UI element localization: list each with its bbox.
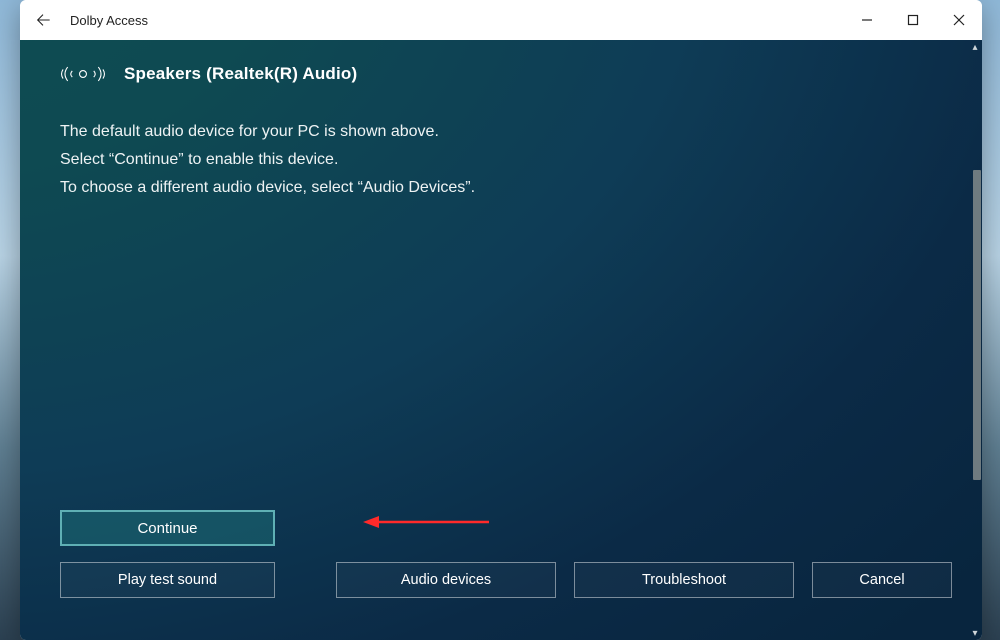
- speaker-icon: [60, 62, 106, 86]
- minimize-button[interactable]: [844, 0, 890, 40]
- cancel-button[interactable]: Cancel: [812, 562, 952, 598]
- default-device-row: Speakers (Realtek(R) Audio): [60, 56, 952, 92]
- window-title: Dolby Access: [70, 13, 148, 28]
- annotation-arrow: [363, 512, 493, 532]
- troubleshoot-button[interactable]: Troubleshoot: [574, 562, 794, 598]
- scrollbar-thumb[interactable]: [973, 170, 981, 480]
- titlebar: Dolby Access: [20, 0, 982, 40]
- instruction-line-2: Select “Continue” to enable this device.: [60, 146, 952, 174]
- content-pane: Speakers (Realtek(R) Audio) The default …: [20, 40, 982, 640]
- maximize-button[interactable]: [890, 0, 936, 40]
- default-device-name: Speakers (Realtek(R) Audio): [124, 64, 357, 84]
- back-button[interactable]: [20, 0, 66, 40]
- audio-devices-button[interactable]: Audio devices: [336, 562, 556, 598]
- instruction-line-1: The default audio device for your PC is …: [60, 118, 952, 146]
- scrollbar-down-arrow-icon[interactable]: ▾: [969, 626, 981, 640]
- scrollbar-up-arrow-icon[interactable]: ▴: [969, 40, 981, 54]
- close-icon: [953, 14, 965, 26]
- instruction-line-3: To choose a different audio device, sele…: [60, 174, 952, 202]
- vertical-scrollbar[interactable]: ▴ ▾: [968, 40, 982, 640]
- close-button[interactable]: [936, 0, 982, 40]
- maximize-icon: [907, 14, 919, 26]
- back-arrow-icon: [35, 12, 51, 28]
- app-window: Dolby Access: [20, 0, 982, 640]
- continue-button[interactable]: Continue: [60, 510, 275, 546]
- minimize-icon: [861, 14, 873, 26]
- play-test-sound-button[interactable]: Play test sound: [60, 562, 275, 598]
